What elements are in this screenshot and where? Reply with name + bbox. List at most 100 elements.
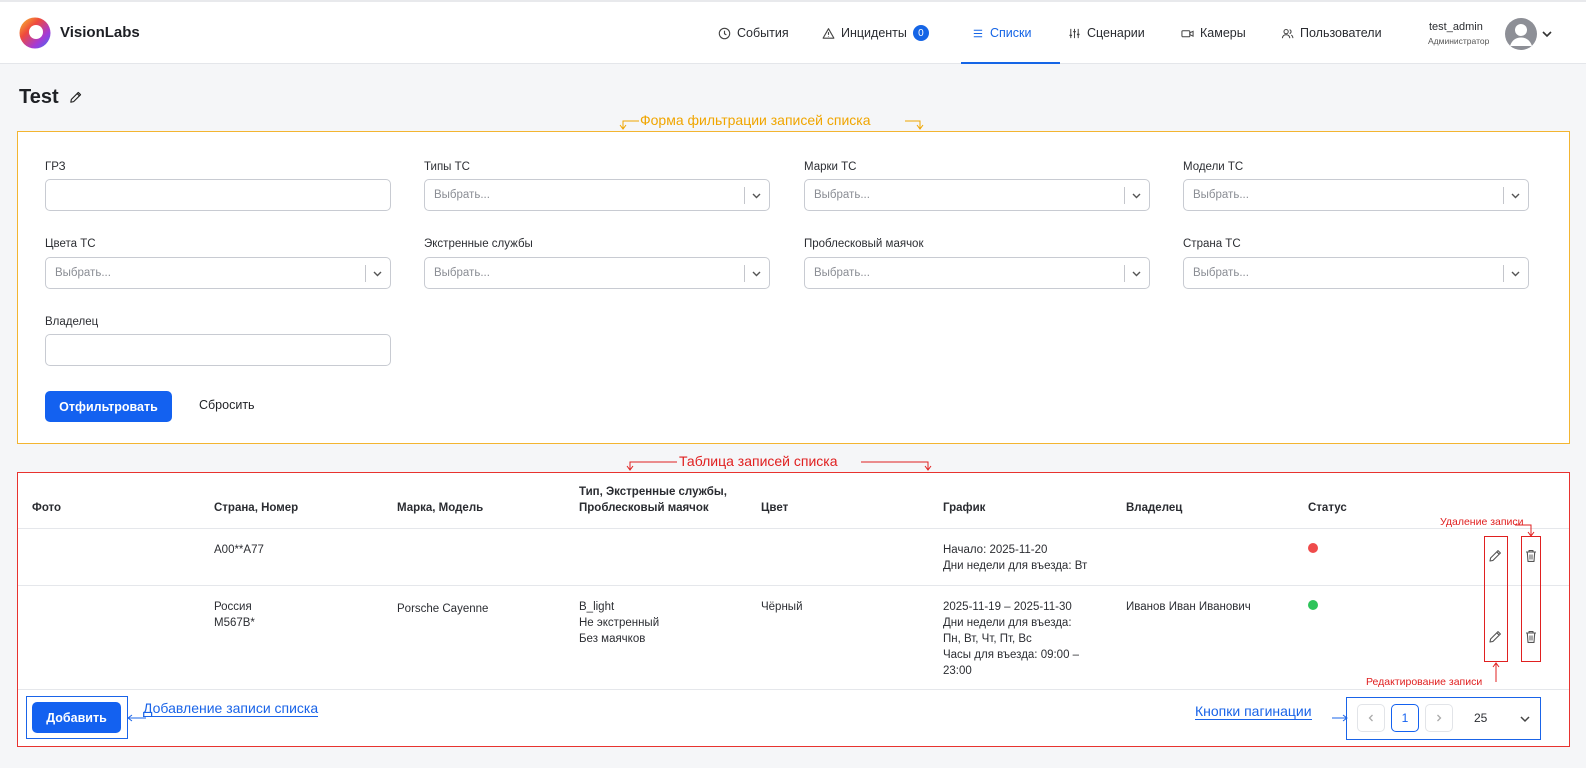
types-select[interactable]: Выбрать... — [424, 179, 770, 211]
row-2-schedule: 2025-11-19 – 2025-11-30 Дни недели для в… — [943, 599, 1079, 679]
select-placeholder: Выбрать... — [434, 267, 490, 279]
page-size-select[interactable]: 25 — [1462, 704, 1536, 732]
colors-label: Цвета ТС — [45, 238, 96, 250]
camera-icon — [1181, 29, 1194, 37]
row-2-owner: Иванов Иван Иванович — [1126, 601, 1251, 613]
list-icon — [973, 29, 983, 37]
chevron-right-icon — [1437, 714, 1442, 722]
plate-country: Россия — [214, 601, 252, 613]
nav-item-label: Сценарии — [1087, 26, 1145, 40]
column-header-color: Цвет — [761, 502, 789, 514]
table-annotation: Таблица записей списка — [679, 453, 838, 469]
beacon-select[interactable]: Выбрать... — [804, 257, 1150, 289]
plate-number: М567В* — [214, 617, 255, 629]
row-2-model: Porsche Cayenne — [397, 603, 489, 615]
edit-column-annotation-frame — [1484, 536, 1508, 662]
active-tab-indicator — [961, 62, 1060, 64]
plate-input[interactable] — [45, 179, 391, 211]
chevron-down-icon — [373, 271, 382, 277]
models-select[interactable]: Выбрать... — [1183, 179, 1529, 211]
country-select[interactable]: Выбрать... — [1183, 257, 1529, 289]
nav-item-incidents[interactable]: Инциденты 0 — [822, 2, 929, 64]
brands-select[interactable]: Выбрать... — [804, 179, 1150, 211]
delete-annotation: Удаление записи — [1440, 516, 1524, 528]
select-placeholder: Выбрать... — [55, 267, 111, 279]
nav-item-label: Инциденты — [841, 26, 907, 40]
chevron-down-icon[interactable] — [1541, 28, 1553, 40]
apply-filter-button[interactable]: Отфильтровать — [45, 391, 172, 422]
chevron-down-icon — [1132, 271, 1141, 277]
colors-select[interactable]: Выбрать... — [45, 257, 391, 289]
column-header-photo: Фото — [32, 502, 62, 514]
column-header-status: Статус — [1308, 502, 1347, 514]
select-placeholder: Выбрать... — [1193, 267, 1249, 279]
visionlabs-logo-icon[interactable] — [19, 17, 51, 49]
filter-form-annotation: Форма фильтрации записей списка — [640, 112, 871, 128]
user-avatar-icon — [1510, 24, 1532, 46]
country-label: Страна ТС — [1183, 238, 1241, 250]
nav-item-label: Списки — [990, 26, 1032, 40]
column-header-plate: Страна, Номер — [214, 502, 299, 514]
edit-annotation: Редактирование записи — [1366, 676, 1483, 688]
select-placeholder: Выбрать... — [434, 189, 490, 201]
next-page-button[interactable] — [1425, 704, 1453, 732]
row-2-plate: Россия М567В* — [214, 599, 255, 631]
column-header-owner: Владелец — [1126, 502, 1183, 514]
select-separator — [1124, 187, 1125, 204]
chevron-down-icon — [752, 193, 761, 199]
edit-title-pencil-icon[interactable] — [68, 90, 83, 105]
owner-label: Владелец — [45, 316, 99, 328]
schedule-line: Начало: 2025-11-20 — [943, 544, 1048, 556]
add-record-button[interactable]: Добавить — [32, 702, 121, 733]
schedule-line: 23:00 — [943, 665, 972, 677]
chevron-down-icon — [1511, 193, 1520, 199]
brand-name[interactable]: VisionLabs — [60, 24, 140, 41]
types-label: Типы ТС — [424, 161, 470, 173]
add-annotation: Добавление записи списка — [143, 700, 319, 717]
models-label: Модели ТС — [1183, 161, 1244, 173]
nav-item-lists[interactable]: Списки — [971, 2, 1031, 64]
delete-annotation-arrow — [1515, 524, 1535, 537]
select-separator — [365, 265, 366, 282]
column-header-model: Марка, Модель — [397, 502, 484, 514]
user-role: Администратор — [1428, 36, 1490, 46]
select-separator — [1124, 265, 1125, 282]
plate-label: ГРЗ — [45, 161, 66, 173]
row-1-status-dot — [1308, 543, 1318, 553]
user-name[interactable]: test_admin — [1429, 21, 1483, 33]
select-separator — [1503, 187, 1504, 204]
chevron-down-icon — [1132, 193, 1141, 199]
avatar[interactable] — [1505, 18, 1537, 50]
top-navigation-bar: VisionLabs События Инциденты 0 Списки Сц… — [0, 0, 1586, 64]
previous-page-button[interactable] — [1357, 704, 1385, 732]
nav-item-label: События — [737, 26, 789, 40]
emergency-select[interactable]: Выбрать... — [424, 257, 770, 289]
column-header-type: Тип, Экстренные службы, Проблесковый мая… — [579, 484, 727, 516]
chevron-down-icon — [1520, 716, 1530, 723]
select-placeholder: Выбрать... — [814, 189, 870, 201]
nav-item-events[interactable]: События — [718, 2, 789, 64]
table-divider — [18, 689, 1569, 690]
owner-input[interactable] — [45, 334, 391, 366]
select-separator — [1503, 265, 1504, 282]
reset-filter-button[interactable]: Сбросить — [199, 398, 255, 412]
select-separator — [744, 187, 745, 204]
nav-item-cameras[interactable]: Камеры — [1181, 2, 1246, 64]
page-1-button[interactable]: 1 — [1391, 704, 1419, 732]
nav-item-users[interactable]: Пользователи — [1281, 2, 1382, 64]
nav-item-label: Камеры — [1200, 26, 1246, 40]
column-header-type-line: Тип, Экстренные службы, — [579, 486, 727, 498]
schedule-line: Дни недели для въезда: Вт — [943, 560, 1088, 572]
row-2-status-dot — [1308, 600, 1318, 610]
column-header-schedule: График — [943, 502, 986, 514]
nav-item-scenarios[interactable]: Сценарии — [1068, 2, 1145, 64]
select-placeholder: Выбрать... — [1193, 189, 1249, 201]
nav-item-label: Пользователи — [1300, 26, 1382, 40]
users-icon — [1281, 28, 1294, 38]
select-placeholder: Выбрать... — [814, 267, 870, 279]
type-line: Не экстренный — [579, 617, 660, 629]
row-1-schedule: Начало: 2025-11-20 Дни недели для въезда… — [943, 542, 1087, 574]
beacon-label: Проблесковый маячок — [804, 238, 924, 250]
schedule-line: Дни недели для въезда: — [943, 617, 1072, 629]
table-divider — [18, 528, 1569, 529]
